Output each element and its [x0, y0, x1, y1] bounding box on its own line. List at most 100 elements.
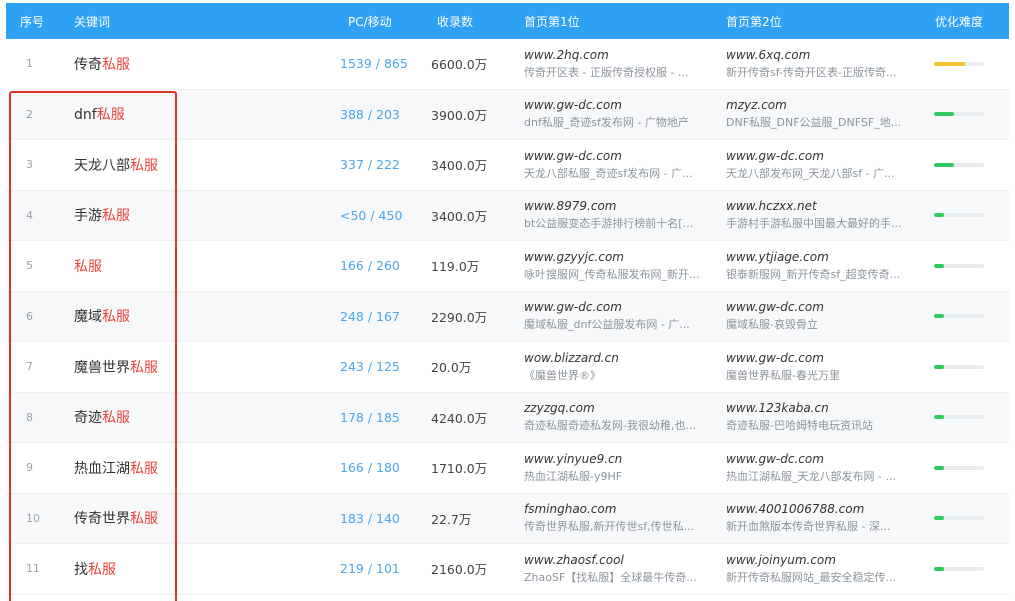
- row-keyword[interactable]: 天龙八部私服: [74, 155, 158, 175]
- row-first-position[interactable]: www.gw-dc.com dnf私服_奇迹sf发布网 - 广物地产: [524, 97, 716, 131]
- row-pc-mobile[interactable]: 166 / 260: [340, 258, 400, 273]
- row-first-position[interactable]: www.2hq.com 传奇开区表 - 正版传奇授权服 - ...: [524, 47, 716, 81]
- site-title: 热血江湖私服-y9HF: [524, 469, 623, 483]
- header-keyword[interactable]: 关键词: [74, 13, 110, 30]
- row-first-position[interactable]: fsminghao.com 传奇世界私服,新开传世sf,传世私...: [524, 501, 716, 535]
- row-pc-mobile[interactable]: 337 / 222: [340, 157, 400, 172]
- table-row[interactable]: 11 找私服 219 / 101 2160.0万 www.zhaosf.cool…: [6, 544, 1009, 595]
- row-keyword[interactable]: 热血江湖私服: [74, 458, 158, 478]
- row-first-position[interactable]: www.yinyue9.cn 热血江湖私服-y9HF: [524, 451, 716, 485]
- site-url[interactable]: www.hczxx.net: [726, 198, 918, 214]
- site-url[interactable]: www.123kaba.cn: [726, 400, 918, 416]
- row-keyword[interactable]: 找私服: [74, 559, 116, 579]
- row-first-position[interactable]: zzyzgq.com 奇迹私服奇迹私发网-我很幼稚,也...: [524, 400, 716, 434]
- difficulty-bar: [934, 314, 984, 319]
- difficulty-bar-fill: [934, 213, 944, 218]
- row-first-position[interactable]: www.zhaosf.cool ZhaoSF【找私服】全球最牛传奇...: [524, 552, 716, 586]
- row-indexed: 3400.0万: [431, 158, 488, 174]
- site-url[interactable]: zzyzgq.com: [524, 400, 716, 416]
- row-pc-mobile[interactable]: 219 / 101: [340, 561, 400, 576]
- site-url[interactable]: wow.blizzard.cn: [524, 350, 716, 366]
- row-pc-mobile[interactable]: 388 / 203: [340, 107, 400, 122]
- table-row[interactable]: 5 私服 166 / 260 119.0万 www.gzyyjc.com 咏叶搜…: [6, 241, 1009, 292]
- table-row[interactable]: 4 手游私服 <50 / 450 3400.0万 www.8979.com bt…: [6, 190, 1009, 241]
- row-first-position[interactable]: www.gw-dc.com 魔域私服_dnf公益服发布网 - 广...: [524, 299, 716, 333]
- row-second-position[interactable]: www.hczxx.net 手游村手游私服中国最大最好的手...: [726, 198, 918, 232]
- table-row[interactable]: 1 传奇私服 1539 / 865 6600.0万 www.2hq.com 传奇…: [6, 39, 1009, 90]
- site-url[interactable]: www.gw-dc.com: [726, 350, 918, 366]
- site-url[interactable]: www.ytjiage.com: [726, 249, 918, 265]
- header-second-position[interactable]: 首页第2位: [726, 13, 782, 30]
- row-seq: 11: [26, 562, 40, 576]
- table-row[interactable]: 9 热血江湖私服 166 / 180 1710.0万 www.yinyue9.c…: [6, 443, 1009, 494]
- row-pc-mobile[interactable]: 178 / 185: [340, 410, 400, 425]
- site-url[interactable]: www.gw-dc.com: [726, 148, 918, 164]
- site-url[interactable]: www.8979.com: [524, 198, 716, 214]
- site-url[interactable]: www.gw-dc.com: [726, 451, 918, 467]
- row-indexed: 1710.0万: [431, 461, 488, 477]
- table-row[interactable]: 6 魔域私服 248 / 167 2290.0万 www.gw-dc.com 魔…: [6, 291, 1009, 342]
- site-url[interactable]: www.4001006788.com: [726, 501, 918, 517]
- row-keyword[interactable]: 传奇私服: [74, 54, 130, 74]
- table-row[interactable]: 10 传奇世界私服 183 / 140 22.7万 fsminghao.com …: [6, 493, 1009, 544]
- row-pc-mobile[interactable]: 166 / 180: [340, 460, 400, 475]
- row-first-position[interactable]: www.8979.com bt公益服变态手游排行榜前十名[...: [524, 198, 716, 232]
- row-second-position[interactable]: www.joinyum.com 新开传奇私服网站_最安全稳定传...: [726, 552, 918, 586]
- site-url[interactable]: mzyz.com: [726, 97, 918, 113]
- keyword-table: 序号 关键词 PC/移动 收录数 首页第1位 首页第2位 优化难度 1 传奇私服…: [6, 3, 1009, 599]
- table-row[interactable]: 3 天龙八部私服 337 / 222 3400.0万 www.gw-dc.com…: [6, 140, 1009, 191]
- site-url[interactable]: www.6xq.com: [726, 47, 918, 63]
- row-indexed: 22.7万: [431, 511, 472, 527]
- row-keyword[interactable]: 手游私服: [74, 205, 130, 225]
- table-row[interactable]: 2 dnf私服 388 / 203 3900.0万 www.gw-dc.com …: [6, 89, 1009, 140]
- site-url[interactable]: www.joinyum.com: [726, 552, 918, 568]
- row-second-position[interactable]: www.ytjiage.com 银泰新服网_新开传奇sf_超变传奇...: [726, 249, 918, 283]
- row-pc-mobile[interactable]: <50 / 450: [340, 208, 402, 223]
- row-pc-mobile[interactable]: 1539 / 865: [340, 56, 408, 71]
- site-url[interactable]: www.gw-dc.com: [524, 148, 716, 164]
- site-title: 魔域私服_dnf公益服发布网 - 广...: [524, 318, 690, 332]
- row-keyword[interactable]: 私服: [74, 256, 102, 276]
- site-url[interactable]: www.gw-dc.com: [726, 299, 918, 315]
- site-url[interactable]: www.yinyue9.cn: [524, 451, 716, 467]
- row-second-position[interactable]: mzyz.com DNF私服_DNF公益服_DNFSF_地...: [726, 97, 918, 131]
- difficulty-bar-fill: [934, 314, 944, 319]
- site-url[interactable]: www.gw-dc.com: [524, 299, 716, 315]
- row-second-position[interactable]: www.gw-dc.com 天龙八部发布网_天龙八部sf - 广...: [726, 148, 918, 182]
- table-row[interactable]: 8 奇迹私服 178 / 185 4240.0万 zzyzgq.com 奇迹私服…: [6, 392, 1009, 443]
- difficulty-bar: [934, 566, 984, 571]
- row-second-position[interactable]: www.gw-dc.com 魔域私服-哀毁骨立: [726, 299, 918, 333]
- row-keyword[interactable]: 传奇世界私服: [74, 508, 158, 528]
- row-keyword[interactable]: 奇迹私服: [74, 407, 130, 427]
- site-url[interactable]: www.zhaosf.cool: [524, 552, 716, 568]
- row-second-position[interactable]: www.gw-dc.com 魔兽世界私服-春光万里: [726, 350, 918, 384]
- header-indexed[interactable]: 收录数: [437, 13, 473, 30]
- row-pc-mobile[interactable]: 243 / 125: [340, 359, 400, 374]
- row-second-position[interactable]: www.123kaba.cn 奇迹私服-巴哈姆特电玩资讯站: [726, 400, 918, 434]
- site-url[interactable]: www.gw-dc.com: [524, 97, 716, 113]
- row-keyword[interactable]: 魔兽世界私服: [74, 357, 158, 377]
- row-keyword[interactable]: dnf私服: [74, 104, 125, 124]
- difficulty-bar-fill: [934, 61, 965, 66]
- row-first-position[interactable]: wow.blizzard.cn 《魔兽世界®》: [524, 350, 716, 384]
- row-second-position[interactable]: www.gw-dc.com 热血江湖私服_天龙八部发布网 - ...: [726, 451, 918, 485]
- site-url[interactable]: www.2hq.com: [524, 47, 716, 63]
- header-first-position[interactable]: 首页第1位: [524, 13, 580, 30]
- header-seq[interactable]: 序号: [20, 13, 44, 30]
- row-first-position[interactable]: www.gw-dc.com 天龙八部私服_奇迹sf发布网 - 广...: [524, 148, 716, 182]
- site-title: 传奇开区表 - 正版传奇授权服 - ...: [524, 65, 689, 79]
- table-row[interactable]: 7 魔兽世界私服 243 / 125 20.0万 wow.blizzard.cn…: [6, 342, 1009, 393]
- difficulty-bar: [934, 263, 984, 268]
- difficulty-bar-fill: [934, 263, 944, 268]
- row-keyword[interactable]: 魔域私服: [74, 306, 130, 326]
- site-url[interactable]: www.gzyyjc.com: [524, 249, 716, 265]
- row-pc-mobile[interactable]: 248 / 167: [340, 309, 400, 324]
- row-first-position[interactable]: www.gzyyjc.com 咏叶搜服网_传奇私服发布网_新开...: [524, 249, 716, 283]
- site-url[interactable]: fsminghao.com: [524, 501, 716, 517]
- site-title: 银泰新服网_新开传奇sf_超变传奇...: [726, 267, 901, 281]
- header-difficulty[interactable]: 优化难度: [935, 13, 983, 30]
- row-pc-mobile[interactable]: 183 / 140: [340, 511, 400, 526]
- row-second-position[interactable]: www.4001006788.com 新开血煞版本传奇世界私服 - 深...: [726, 501, 918, 535]
- header-pc-mobile[interactable]: PC/移动: [348, 13, 392, 30]
- row-second-position[interactable]: www.6xq.com 新开传奇sf-传奇开区表-正版传奇...: [726, 47, 918, 81]
